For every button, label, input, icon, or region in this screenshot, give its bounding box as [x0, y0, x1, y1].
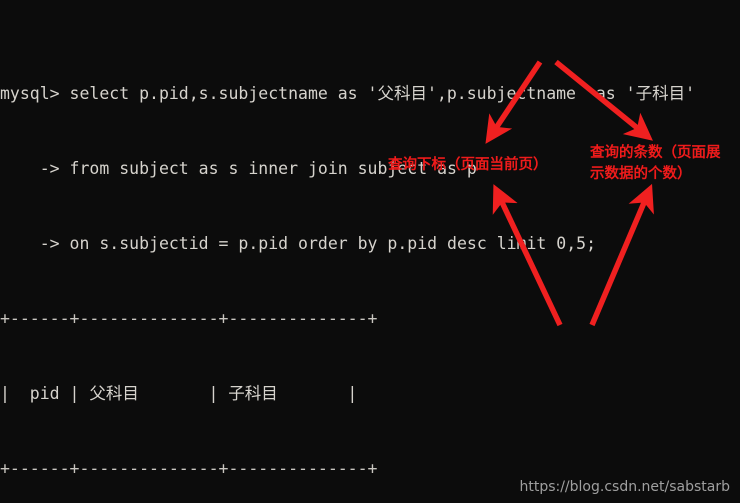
watermark-url: https://blog.csdn.net/sabstarb — [519, 479, 730, 495]
query1-line-3: -> on s.subjectid = p.pid order by p.pid… — [0, 234, 597, 253]
annotation-label-count: 查询的条数（页面展示数据的个数） — [590, 145, 721, 182]
terminal-window: mysql> select p.pid,s.subjectname as '父科… — [0, 0, 740, 503]
query1-table-header: | pid | 父科目 | 子科目 | — [0, 384, 358, 403]
annotation-label-offset: 查询下标（页面当前页） — [388, 157, 548, 173]
query1-table-border-mid: +------+--------------+--------------+ — [0, 459, 378, 478]
query1-table-border-top: +------+--------------+--------------+ — [0, 309, 378, 328]
terminal-output: mysql> select p.pid,s.subjectname as '父科… — [0, 0, 740, 503]
query1-line-1: mysql> select p.pid,s.subjectname as '父科… — [0, 84, 696, 103]
